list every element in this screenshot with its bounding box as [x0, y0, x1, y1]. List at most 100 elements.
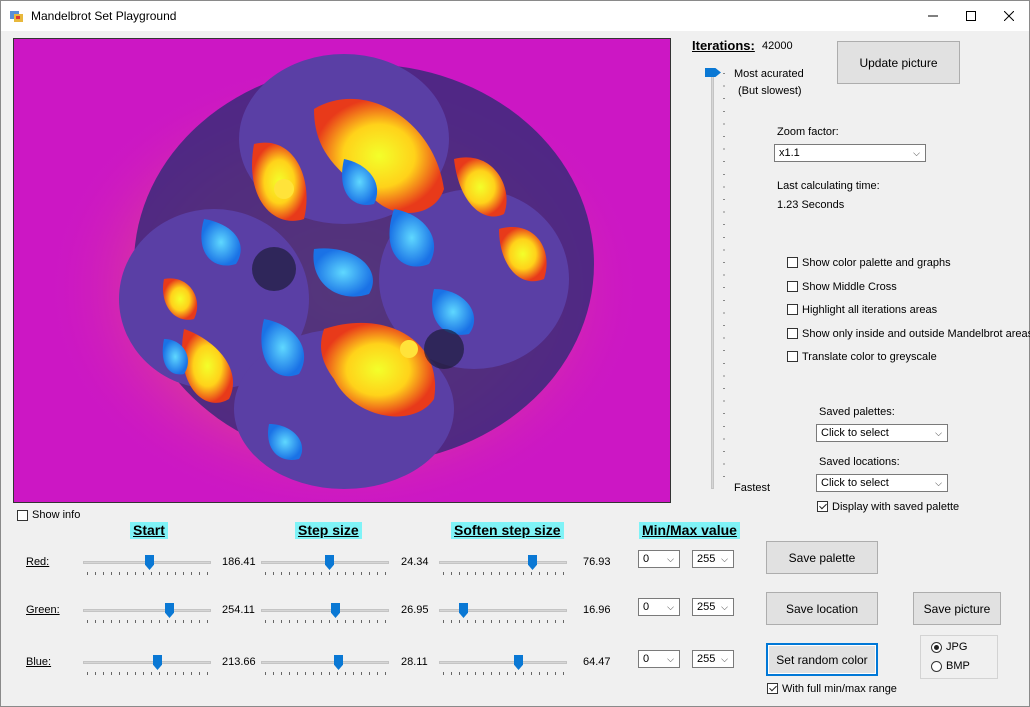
start-value: 186.41 — [222, 556, 256, 568]
iterations-value: 42000 — [762, 40, 793, 52]
chevron-down-icon: ⌵ — [913, 148, 920, 158]
max-value-text: 255 — [697, 653, 716, 665]
min-value-select[interactable]: 0 ⌵ — [638, 598, 680, 616]
step-value: 26.95 — [401, 604, 429, 616]
chevron-down-icon: ⌵ — [667, 554, 674, 564]
saved-palettes-select[interactable]: Click to select ⌵ — [816, 424, 948, 442]
zoom-factor-value: x1.1 — [779, 147, 800, 159]
step-slider-ticks — [265, 620, 387, 623]
bmp-radio[interactable] — [931, 661, 942, 672]
max-value-text: 255 — [697, 553, 716, 565]
close-icon — [1004, 11, 1014, 21]
option-greyscale-checkbox[interactable] — [787, 351, 798, 362]
soften-slider-ticks — [443, 620, 565, 623]
option-greyscale-label: Translate color to greyscale — [802, 351, 937, 363]
fastest-label: Fastest — [734, 482, 771, 494]
fractal-image — [14, 39, 670, 502]
update-picture-button[interactable]: Update picture — [837, 41, 960, 84]
iterations-slider-ticks — [723, 73, 725, 487]
jpg-label: JPG — [946, 641, 968, 653]
set-random-color-button[interactable]: Set random color — [766, 643, 878, 676]
option-highlight-checkbox[interactable] — [787, 304, 798, 315]
soften-slider-track[interactable] — [439, 609, 567, 612]
step-slider-ticks — [265, 572, 387, 575]
soften-value: 16.96 — [583, 604, 611, 616]
max-value-text: 255 — [697, 601, 716, 613]
max-value-select[interactable]: 255 ⌵ — [692, 550, 734, 568]
save-picture-button[interactable]: Save picture — [913, 592, 1001, 625]
min-value-text: 0 — [643, 653, 650, 665]
soften-slider-thumb[interactable] — [514, 655, 523, 670]
chevron-down-icon: ⌵ — [721, 654, 728, 664]
display-saved-palette-label: Display with saved palette — [832, 501, 960, 513]
save-location-button[interactable]: Save location — [766, 592, 878, 625]
saved-locations-select[interactable]: Click to select ⌵ — [816, 474, 948, 492]
chevron-down-icon: ⌵ — [667, 654, 674, 664]
step-slider-track[interactable] — [261, 661, 389, 664]
min-value-text: 0 — [643, 601, 650, 613]
maximize-button[interactable] — [952, 1, 990, 31]
soften-slider-ticks — [443, 572, 565, 575]
show-info-checkbox[interactable] — [17, 510, 28, 521]
min-value-select[interactable]: 0 ⌵ — [638, 650, 680, 668]
full-range-label: With full min/max range — [782, 683, 897, 695]
option-highlight-label: Highlight all iterations areas — [802, 304, 938, 316]
soften-value: 64.47 — [583, 656, 611, 668]
fractal-picture[interactable] — [13, 38, 671, 503]
full-range-checkbox[interactable] — [767, 683, 778, 694]
start-slider-ticks — [87, 672, 209, 675]
calc-time-value: 1.23 Seconds — [777, 199, 845, 211]
chevron-down-icon: ⌵ — [721, 554, 728, 564]
show-info-label: Show info — [32, 509, 81, 521]
soften-slider-track[interactable] — [439, 561, 567, 564]
start-slider-thumb[interactable] — [145, 555, 154, 570]
channel-label: Red: — [26, 556, 50, 568]
max-value-select[interactable]: 255 ⌵ — [692, 650, 734, 668]
min-value-text: 0 — [643, 553, 650, 565]
iterations-slider-thumb[interactable] — [705, 68, 721, 77]
jpg-radio[interactable] — [931, 642, 942, 653]
soften-slider-track[interactable] — [439, 661, 567, 664]
header-soften-step-size: Soften step size — [451, 522, 564, 539]
iterations-label: Iterations: — [692, 38, 755, 53]
saved-palettes-label: Saved palettes: — [819, 406, 895, 418]
soften-slider-thumb[interactable] — [459, 603, 468, 618]
start-slider-track[interactable] — [83, 609, 211, 612]
minimize-button[interactable] — [914, 1, 952, 31]
iterations-slider-track[interactable] — [711, 71, 714, 489]
soften-slider-thumb[interactable] — [528, 555, 537, 570]
bmp-label: BMP — [946, 660, 970, 672]
option-palette-checkbox[interactable] — [787, 257, 798, 268]
chevron-down-icon: ⌵ — [721, 602, 728, 612]
step-slider-thumb[interactable] — [331, 603, 340, 618]
header-start: Start — [130, 522, 168, 539]
option-inside-outside-checkbox[interactable] — [787, 328, 798, 339]
maximize-icon — [966, 11, 976, 21]
step-value: 24.34 — [401, 556, 429, 568]
display-saved-palette-checkbox[interactable] — [817, 501, 828, 512]
option-inside-outside-label: Show only inside and outside Mandelbrot … — [802, 328, 1030, 340]
close-button[interactable] — [990, 1, 1028, 31]
soften-value: 76.93 — [583, 556, 611, 568]
channel-label: Green: — [26, 604, 60, 616]
step-slider-thumb[interactable] — [334, 655, 343, 670]
option-palette-label: Show color palette and graphs — [802, 257, 951, 269]
chevron-down-icon: ⌵ — [935, 478, 942, 488]
chevron-down-icon: ⌵ — [667, 602, 674, 612]
save-palette-button[interactable]: Save palette — [766, 541, 878, 574]
start-slider-track[interactable] — [83, 661, 211, 664]
option-middle-cross-checkbox[interactable] — [787, 281, 798, 292]
zoom-factor-select[interactable]: x1.1 ⌵ — [774, 144, 926, 162]
calc-time-label: Last calculating time: — [777, 180, 880, 192]
start-slider-thumb[interactable] — [165, 603, 174, 618]
step-slider-thumb[interactable] — [325, 555, 334, 570]
header-min-max: Min/Max value — [639, 522, 740, 539]
step-slider-track[interactable] — [261, 609, 389, 612]
min-value-select[interactable]: 0 ⌵ — [638, 550, 680, 568]
channel-label: Blue: — [26, 656, 52, 668]
start-value: 213.66 — [222, 656, 256, 668]
start-slider-thumb[interactable] — [153, 655, 162, 670]
minimize-icon — [928, 15, 938, 17]
saved-locations-value: Click to select — [821, 477, 889, 489]
max-value-select[interactable]: 255 ⌵ — [692, 598, 734, 616]
